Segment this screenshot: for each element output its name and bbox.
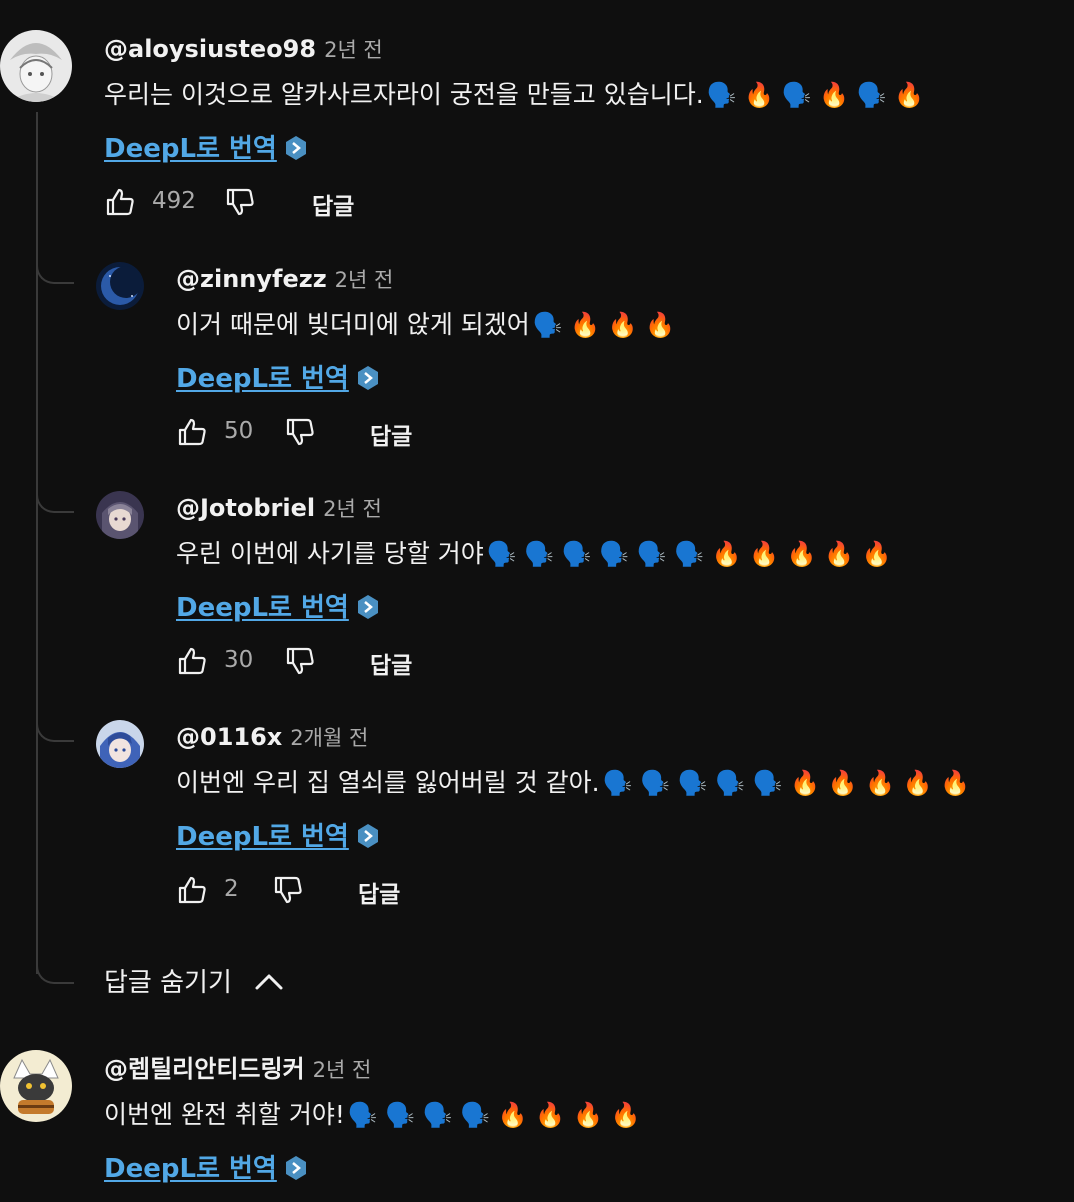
comment-text: 이번엔 완전 취할 거야! 🗣️ 🗣️ 🗣️ 🗣️ 🔥 🔥 🔥 🔥 — [104, 1100, 641, 1129]
thumbs-down-icon[interactable] — [284, 416, 316, 448]
avatar[interactable] — [96, 720, 144, 768]
like-count: 30 — [224, 647, 254, 673]
comment-time[interactable]: 2개월 전 — [290, 726, 368, 750]
comment-author[interactable]: @0116x — [176, 723, 282, 751]
reply-button[interactable]: 답글 — [370, 646, 412, 680]
avatar[interactable] — [0, 1050, 72, 1122]
translate-link[interactable]: DeepL로 번역 — [104, 1148, 307, 1185]
reply-comment: @0116x 2개월 전 이번엔 우리 집 열쇠를 잃어버릴 것 같아. 🗣️ 🗣️… — [0, 720, 1074, 910]
emoji-row: 🗣️ 🗣️ 🗣️ 🗣️ 🔥 🔥 🔥 🔥 — [347, 1101, 641, 1129]
comment-actions: 492 답글 — [104, 186, 404, 222]
comment-text: 이거 때문에 빚더미에 앉게 되겠어 🗣️ 🔥 🔥 🔥 — [176, 310, 676, 339]
translate-link[interactable]: DeepL로 번역 — [176, 816, 379, 853]
comment-text: 우린 이번에 사기를 당할 거야 🗣️ 🗣️ 🗣️ 🗣️ 🗣️ 🗣️ 🔥 🔥 🔥 … — [176, 539, 892, 568]
thumbs-up-icon[interactable] — [176, 874, 208, 906]
deepl-icon — [357, 366, 378, 390]
like-count: 50 — [224, 418, 254, 444]
thumbs-up-icon[interactable] — [176, 645, 208, 677]
like-count: 492 — [152, 188, 196, 214]
translate-label[interactable]: DeepL로 번역 — [176, 364, 349, 394]
reply-button[interactable]: 답글 — [370, 417, 412, 451]
translate-link[interactable]: DeepL로 번역 — [176, 587, 379, 624]
reply-comment: @Jotobriel 2년 전 우린 이번에 사기를 당할 거야 🗣️ 🗣️ 🗣️ … — [0, 491, 1074, 681]
translate-label[interactable]: DeepL로 번역 — [176, 822, 349, 852]
like-count: 2 — [224, 876, 239, 902]
deepl-icon — [357, 824, 378, 848]
translate-link[interactable]: DeepL로 번역 — [104, 128, 307, 165]
emoji-row: 🗣️ 🔥 🔥 🔥 — [532, 311, 676, 339]
avatar[interactable] — [96, 491, 144, 539]
comment-time[interactable]: 2년 전 — [323, 497, 382, 521]
comment: @렙틸리안티드링커 2년 전 이번엔 완전 취할 거야! 🗣️ 🗣️ 🗣️ 🗣️ 🔥… — [0, 1050, 1074, 1202]
emoji-row: 🗣️ 🔥 🗣️ 🔥 🗣️ 🔥 — [706, 81, 925, 109]
thumbs-up-icon[interactable] — [176, 416, 208, 448]
comment-author[interactable]: @렙틸리안티드링커 — [104, 1055, 305, 1083]
thumbs-down-icon[interactable] — [224, 186, 256, 218]
comment-author[interactable]: @zinnyfezz — [176, 265, 327, 293]
avatar[interactable] — [0, 30, 72, 102]
comment-time[interactable]: 2년 전 — [324, 38, 383, 62]
comment-text: 이번엔 우리 집 열쇠를 잃어버릴 것 같아. 🗣️ 🗣️ 🗣️ 🗣️ 🗣️ 🔥 … — [176, 768, 971, 797]
translate-label[interactable]: DeepL로 번역 — [104, 134, 277, 164]
hide-replies-label[interactable]: 답글 숨기기 — [104, 962, 232, 999]
emoji-row: 🗣️ 🗣️ 🗣️ 🗣️ 🗣️ 🔥 🔥 🔥 🔥 🔥 — [602, 769, 971, 797]
comment-actions: 2 답글 — [176, 874, 436, 910]
comment-actions: 30 답글 — [176, 645, 436, 681]
avatar[interactable] — [96, 262, 144, 310]
deepl-icon — [285, 1156, 306, 1180]
reply-button[interactable]: 답글 — [312, 187, 354, 221]
thumbs-up-icon[interactable] — [104, 186, 136, 218]
thumbs-down-icon[interactable] — [272, 874, 304, 906]
comment-text: 우리는 이것으로 알카사르자라이 궁전을 만들고 있습니다. 🗣️ 🔥 🗣️ 🔥 … — [104, 80, 925, 109]
thumbs-down-icon[interactable] — [284, 645, 316, 677]
reply-comment: @zinnyfezz 2년 전 이거 때문에 빚더미에 앉게 되겠어 🗣️ 🔥 🔥 … — [0, 262, 1074, 452]
reply-button[interactable]: 답글 — [358, 875, 400, 909]
deepl-icon — [285, 136, 306, 160]
emoji-row: 🗣️ 🗣️ 🗣️ 🗣️ 🗣️ 🗣️ 🔥 🔥 🔥 🔥 🔥 — [486, 540, 892, 568]
thread-branch — [36, 962, 74, 984]
translate-link[interactable]: DeepL로 번역 — [176, 358, 379, 395]
comment-time[interactable]: 2년 전 — [335, 268, 394, 292]
comment-time[interactable]: 2년 전 — [313, 1058, 372, 1082]
hide-replies-button[interactable]: 답글 숨기기 — [104, 962, 284, 999]
comment: @aloysiusteo98 2년 전 우리는 이것으로 알카사르자라이 궁전을 … — [0, 30, 1074, 220]
translate-label[interactable]: DeepL로 번역 — [104, 1154, 277, 1184]
comment-actions: 50 답글 — [176, 416, 436, 452]
comment-author[interactable]: @Jotobriel — [176, 494, 315, 522]
deepl-icon — [357, 595, 378, 619]
comment-author[interactable]: @aloysiusteo98 — [104, 35, 316, 63]
chevron-up-icon — [255, 974, 283, 989]
translate-label[interactable]: DeepL로 번역 — [176, 593, 349, 623]
